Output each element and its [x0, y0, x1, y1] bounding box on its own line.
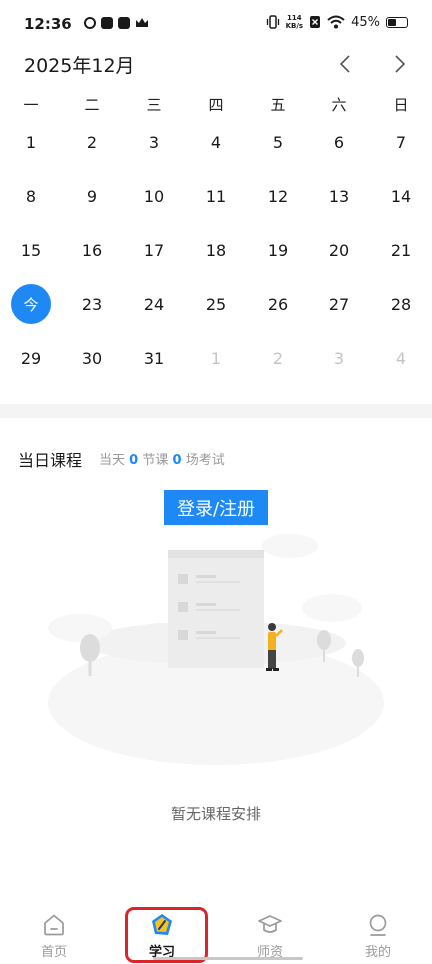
lesson-count: 0 — [129, 453, 139, 468]
empty-schedule-text: 暂无课程安排 — [170, 805, 261, 823]
calendar-day[interactable]: 3 — [134, 122, 174, 162]
weekday-label: 日 — [393, 96, 409, 114]
calendar-day[interactable]: 8 — [11, 176, 51, 216]
summary-prefix: 当天 — [99, 453, 126, 468]
net-speed: 114 KB/s — [286, 14, 303, 30]
battery-icon — [386, 16, 408, 28]
study-tab-highlight — [125, 907, 208, 963]
home-icon — [44, 914, 64, 936]
calendar-day-next-month[interactable]: 1 — [196, 338, 236, 378]
calendar-day[interactable]: 9 — [72, 176, 112, 216]
tab-profile-label: 我的 — [364, 945, 391, 960]
calendar-day[interactable]: 16 — [72, 230, 112, 270]
status-right: 114 KB/s 45% — [266, 14, 408, 30]
status-bar: 12:36 114 KB/s 45% — [0, 0, 432, 50]
course-summary: 当天 0 节课 0 场考试 — [99, 449, 225, 468]
calendar-day[interactable]: 15 — [11, 230, 51, 270]
tab-profile[interactable]: 我的 — [324, 900, 432, 964]
calendar-day-next-month[interactable]: 3 — [319, 338, 359, 378]
net-speed-unit: KB/s — [285, 22, 304, 30]
exam-unit: 场考试 — [185, 453, 225, 468]
notification-icons — [84, 17, 149, 29]
calendar-day-next-month[interactable]: 2 — [258, 338, 298, 378]
calendar-day[interactable]: 31 — [134, 338, 174, 378]
calendar-day[interactable]: 10 — [134, 176, 174, 216]
weekday-row: 一二三四五六日 — [0, 90, 432, 116]
month-title: 2025年12月 — [24, 55, 135, 77]
calendar-day-today[interactable]: 今 — [11, 284, 51, 324]
net-speed-value: 114 — [287, 14, 302, 22]
weekday-label: 六 — [331, 96, 347, 114]
notification-mail-icon — [101, 17, 113, 29]
calendar-day[interactable]: 14 — [381, 176, 421, 216]
calendar-day[interactable]: 29 — [11, 338, 51, 378]
calendar-day[interactable]: 19 — [258, 230, 298, 270]
section-title: 当日课程 — [18, 451, 83, 470]
graduation-cap-icon — [258, 915, 282, 933]
wifi-icon — [327, 15, 345, 29]
calendar-day[interactable]: 18 — [196, 230, 236, 270]
calendar-day[interactable]: 26 — [258, 284, 298, 324]
calendar-day[interactable]: 30 — [72, 338, 112, 378]
gesture-bar[interactable] — [153, 957, 303, 960]
next-month-button[interactable] — [385, 50, 415, 78]
calendar-day[interactable]: 1 — [11, 122, 51, 162]
calendar-day[interactable]: 21 — [381, 230, 421, 270]
weekday-label: 二 — [84, 96, 100, 114]
weekday-label: 五 — [270, 96, 286, 114]
tab-home-label: 首页 — [40, 945, 67, 960]
sim-off-icon — [310, 16, 321, 28]
calendar-day[interactable]: 17 — [134, 230, 174, 270]
notification-crown-icon — [136, 18, 148, 27]
calendar-day[interactable]: 25 — [196, 284, 236, 324]
weekday-label: 四 — [208, 96, 224, 114]
calendar-day[interactable]: 11 — [196, 176, 236, 216]
chevron-right-icon — [395, 55, 406, 73]
calendar-day[interactable]: 24 — [134, 284, 174, 324]
calendar-day[interactable]: 12 — [258, 176, 298, 216]
calendar-day[interactable]: 2 — [72, 122, 112, 162]
calendar-day[interactable]: 5 — [258, 122, 298, 162]
battery-percent: 45% — [351, 14, 380, 30]
calendar-day[interactable]: 7 — [381, 122, 421, 162]
bottom-nav: 首页 学习 师资 我的 — [0, 900, 432, 964]
calendar-day-next-month[interactable]: 4 — [381, 338, 421, 378]
profile-icon — [369, 914, 387, 936]
notification-play-icon — [118, 17, 130, 29]
login-register-button[interactable]: 登录/注册 — [164, 490, 268, 525]
notification-app-icon — [84, 17, 96, 29]
calendar-day[interactable]: 20 — [319, 230, 359, 270]
chevron-left-icon — [339, 55, 350, 73]
vibrate-icon — [266, 15, 279, 29]
calendar-day[interactable]: 6 — [319, 122, 359, 162]
weekday-label: 三 — [146, 96, 162, 114]
calendar-day[interactable]: 13 — [319, 176, 359, 216]
calendar-day[interactable]: 27 — [319, 284, 359, 324]
section-divider — [0, 404, 432, 418]
weekday-label: 一 — [23, 96, 39, 114]
empty-schedule-illustration — [48, 534, 384, 765]
tab-home[interactable]: 首页 — [0, 900, 108, 964]
exam-count: 0 — [172, 453, 182, 468]
status-time: 12:36 — [24, 15, 72, 33]
tab-teachers[interactable]: 师资 — [216, 900, 324, 964]
lesson-unit: 节课 — [142, 453, 169, 468]
prev-month-button[interactable] — [330, 50, 360, 78]
calendar-day[interactable]: 28 — [381, 284, 421, 324]
calendar-day[interactable]: 4 — [196, 122, 236, 162]
calendar-day[interactable]: 23 — [72, 284, 112, 324]
